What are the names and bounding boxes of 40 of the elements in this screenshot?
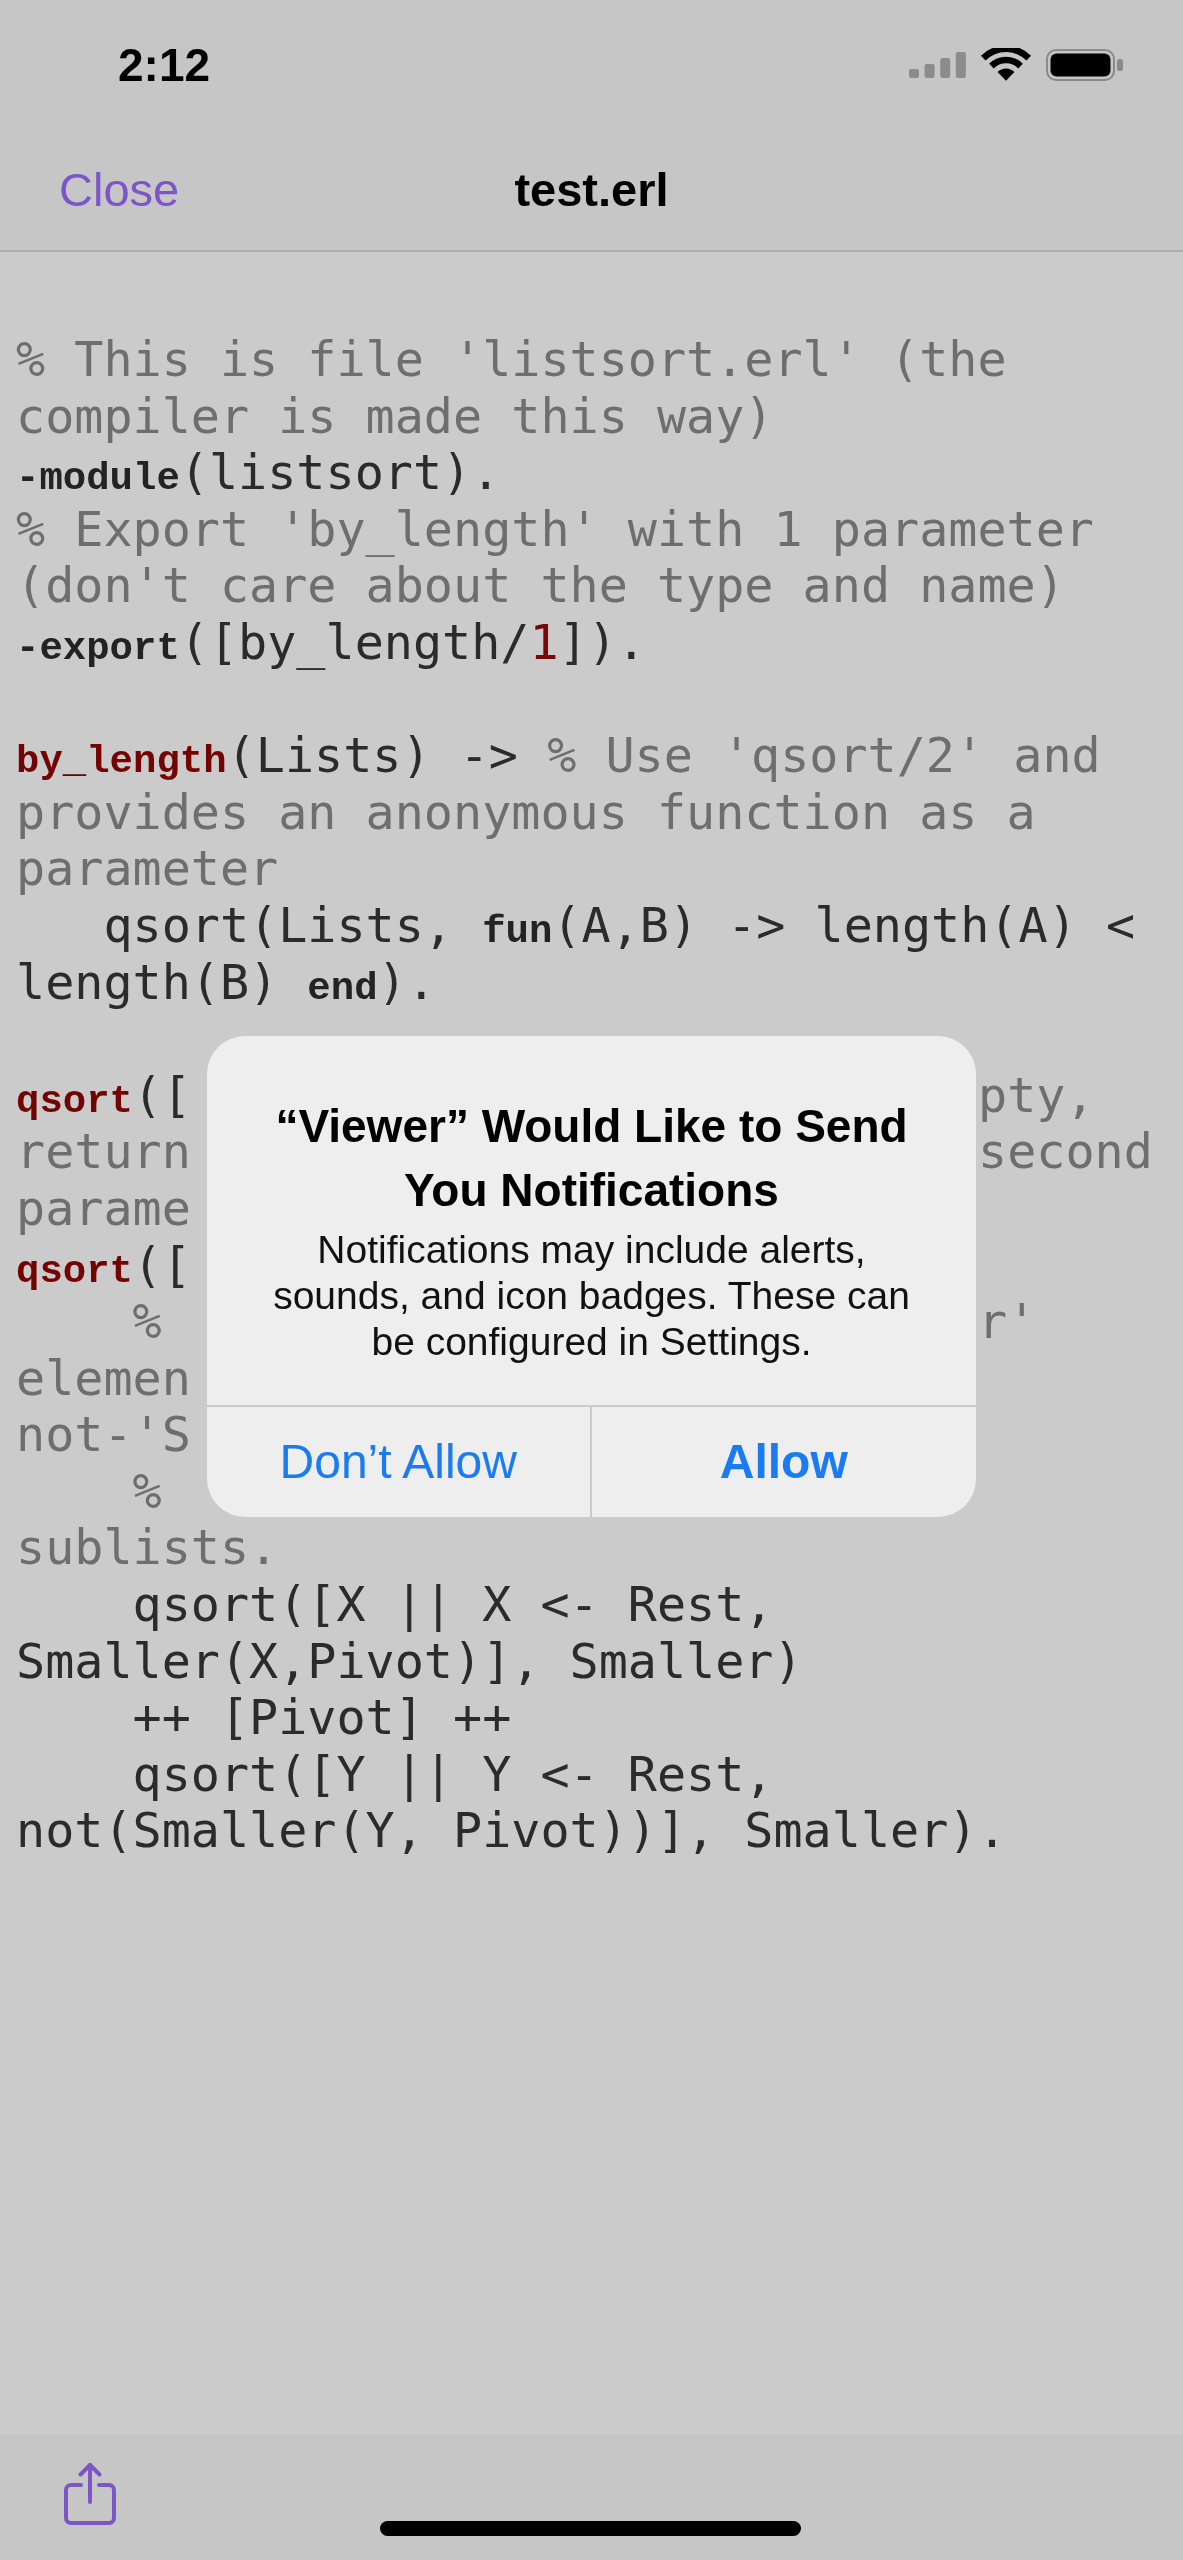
code-line: -export([by_length/1]). bbox=[16, 613, 646, 670]
code-line: qsort([X || X <- Rest, bbox=[131, 1576, 774, 1633]
code-line: % This is file 'listsort.erl' (the bbox=[16, 331, 1007, 387]
code-line: sublists. bbox=[16, 1519, 279, 1576]
code-line: qsort(Lists, fun(A,B) -> length(A) < bbox=[102, 896, 1136, 953]
code-line: not(Smaller(Y, Pivot))], Smaller). bbox=[16, 1802, 1007, 1859]
code-line: % Export 'by_length' with 1 parameter bbox=[16, 500, 1094, 557]
code-line: compiler is made this way) bbox=[16, 387, 774, 444]
code-line: -module(listsort). bbox=[16, 444, 501, 501]
code-line: qsort([ bbox=[16, 1066, 192, 1123]
alert-button[interactable]: Allow bbox=[591, 1407, 976, 1517]
code-line: second bbox=[978, 1123, 1153, 1180]
code-line: qsort([ bbox=[16, 1236, 192, 1293]
code-line: not-'S bbox=[16, 1406, 191, 1463]
wifi-icon bbox=[981, 47, 1031, 83]
code-line: pty, bbox=[978, 1066, 1095, 1124]
battery-icon bbox=[1046, 49, 1123, 81]
code-line: ++ [Pivot] ++ bbox=[131, 1689, 512, 1746]
close-button[interactable]: Close bbox=[59, 154, 180, 226]
code-line: parameter bbox=[16, 840, 279, 897]
code-line: return bbox=[16, 1123, 191, 1180]
alert-button[interactable]: Don’t Allow bbox=[207, 1407, 592, 1517]
share-button[interactable] bbox=[62, 2461, 118, 2527]
alert-message: Notifications may include alerts, sounds, and icon badges. These can be configured in Settings. bbox=[272, 1227, 911, 1365]
status-time: 2:12 bbox=[118, 37, 211, 93]
alert-title: “Viewer” Would Like to Send You Notifications bbox=[274, 1099, 909, 1218]
code-line: provides an anonymous function as a bbox=[16, 783, 1036, 840]
code-line: qsort([Y || Y <- Rest, bbox=[131, 1745, 774, 1802]
code-line: Smaller(X,Pivot)], Smaller) bbox=[16, 1632, 803, 1689]
code-line: elemen bbox=[16, 1349, 191, 1406]
code-line: r' bbox=[978, 1293, 1037, 1350]
nav-title: test.erl bbox=[514, 161, 669, 218]
signal-icon bbox=[909, 52, 966, 78]
share-icon bbox=[62, 2461, 118, 2527]
code-line: length(B) end). bbox=[16, 953, 436, 1010]
code-line: % bbox=[131, 1462, 162, 1519]
code-line: by_length(Lists) -> % Use 'qsort/2' and bbox=[16, 727, 1101, 784]
code-line: % bbox=[131, 1293, 162, 1350]
code-line: parame bbox=[16, 1179, 191, 1236]
code-line: (don't care about the type and name) bbox=[16, 557, 1065, 614]
